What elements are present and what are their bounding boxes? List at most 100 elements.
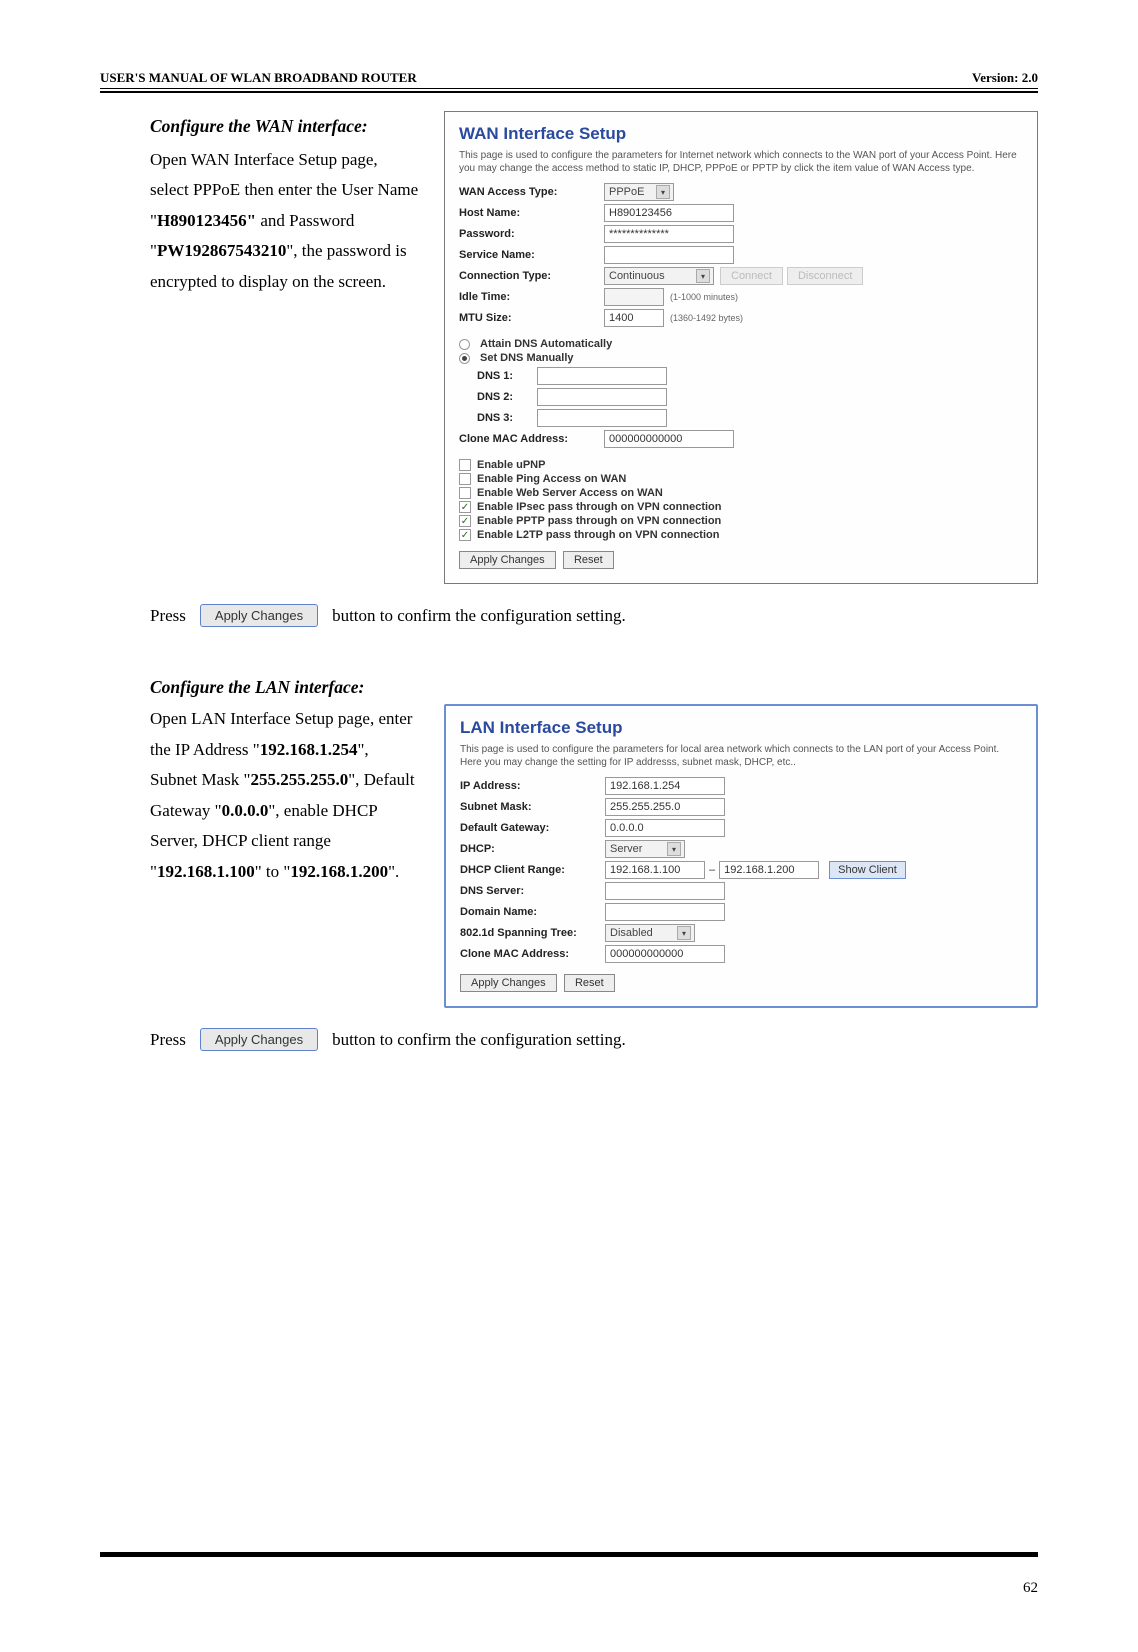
label-attain-dns: Attain DNS Automatically bbox=[480, 338, 612, 350]
label-dns1: DNS 1: bbox=[477, 370, 537, 382]
label-lan-ip: IP Address: bbox=[460, 780, 605, 792]
stp-value: Disabled bbox=[610, 927, 653, 939]
label-dns2: DNS 2: bbox=[477, 391, 537, 403]
label-dns-server: DNS Server: bbox=[460, 885, 605, 897]
label-password: Password: bbox=[459, 228, 604, 240]
label-lan-clone: Clone MAC Address: bbox=[460, 948, 605, 960]
dns3-input[interactable] bbox=[537, 409, 667, 427]
lan-gw-input[interactable] bbox=[605, 819, 725, 837]
label-stp: 802.1d Spanning Tree: bbox=[460, 927, 605, 939]
label-lan-gw: Default Gateway: bbox=[460, 822, 605, 834]
wan-heading: Configure the WAN interface: bbox=[150, 111, 420, 143]
lan-f: ". bbox=[388, 862, 399, 881]
label-ipsec: Enable IPsec pass through on VPN connect… bbox=[477, 501, 722, 513]
lan-panel-title: LAN Interface Setup bbox=[460, 718, 1022, 738]
clone-mac-input[interactable] bbox=[604, 430, 734, 448]
lan-r2: 192.168.1.200 bbox=[290, 862, 388, 881]
show-client-button[interactable]: Show Client bbox=[829, 861, 906, 879]
lan-ip: 192.168.1.254 bbox=[260, 740, 358, 759]
label-access-type: WAN Access Type: bbox=[459, 186, 604, 198]
label-host-name: Host Name: bbox=[459, 207, 604, 219]
dhcp-value: Server bbox=[610, 843, 642, 855]
apply-changes-button-2[interactable]: Apply Changes bbox=[200, 1028, 318, 1051]
lan-ip-input[interactable] bbox=[605, 777, 725, 795]
mtu-hint: (1360-1492 bytes) bbox=[670, 313, 743, 323]
wan-reset-button[interactable]: Reset bbox=[563, 551, 614, 569]
lan-clone-input[interactable] bbox=[605, 945, 725, 963]
wan-apply-button[interactable]: Apply Changes bbox=[459, 551, 556, 569]
press-text-1: Press bbox=[150, 606, 186, 626]
mtu-input[interactable] bbox=[604, 309, 664, 327]
wan-panel: WAN Interface Setup This page is used to… bbox=[444, 111, 1038, 584]
chk-l2tp[interactable]: ✓ bbox=[459, 529, 471, 541]
radio-attain-dns[interactable] bbox=[459, 339, 470, 350]
label-dns3: DNS 3: bbox=[477, 412, 537, 424]
dns-server-input[interactable] bbox=[605, 882, 725, 900]
chevron-down-icon: ▾ bbox=[667, 842, 681, 856]
wan-body: Open WAN Interface Setup page, select PP… bbox=[150, 145, 420, 298]
press-after-2: button to confirm the configuration sett… bbox=[332, 1030, 626, 1050]
lan-heading: Configure the LAN interface: bbox=[150, 677, 1038, 698]
label-clone-mac: Clone MAC Address: bbox=[459, 433, 604, 445]
apply-changes-button-1[interactable]: Apply Changes bbox=[200, 604, 318, 627]
chevron-down-icon: ▾ bbox=[677, 926, 691, 940]
access-type-value: PPPoE bbox=[609, 186, 644, 198]
radio-set-dns[interactable] bbox=[459, 353, 470, 364]
lan-apply-button[interactable]: Apply Changes bbox=[460, 974, 557, 992]
label-conn-type: Connection Type: bbox=[459, 270, 604, 282]
label-l2tp: Enable L2TP pass through on VPN connecti… bbox=[477, 529, 719, 541]
chk-ipsec[interactable]: ✓ bbox=[459, 501, 471, 513]
idle-time-input[interactable] bbox=[604, 288, 664, 306]
idle-hint: (1-1000 minutes) bbox=[670, 292, 738, 302]
label-domain: Domain Name: bbox=[460, 906, 605, 918]
chevron-down-icon: ▾ bbox=[696, 269, 710, 283]
dns2-input[interactable] bbox=[537, 388, 667, 406]
label-service-name: Service Name: bbox=[459, 249, 604, 261]
chk-ping[interactable] bbox=[459, 473, 471, 485]
chk-upnp[interactable] bbox=[459, 459, 471, 471]
lan-r1: 192.168.1.100 bbox=[157, 862, 255, 881]
lan-mask: 255.255.255.0 bbox=[250, 770, 348, 789]
range-dash: – bbox=[709, 864, 715, 876]
domain-name-input[interactable] bbox=[605, 903, 725, 921]
range-to-input[interactable] bbox=[719, 861, 819, 879]
lan-panel: LAN Interface Setup This page is used to… bbox=[444, 704, 1038, 1008]
label-upnp: Enable uPNP bbox=[477, 459, 545, 471]
label-web: Enable Web Server Access on WAN bbox=[477, 487, 663, 499]
range-from-input[interactable] bbox=[605, 861, 705, 879]
label-ping: Enable Ping Access on WAN bbox=[477, 473, 626, 485]
chk-pptp[interactable]: ✓ bbox=[459, 515, 471, 527]
wan-panel-title: WAN Interface Setup bbox=[459, 124, 1023, 144]
lan-reset-button[interactable]: Reset bbox=[564, 974, 615, 992]
password-input[interactable] bbox=[604, 225, 734, 243]
label-range: DHCP Client Range: bbox=[460, 864, 605, 876]
lan-mask-input[interactable] bbox=[605, 798, 725, 816]
chk-web[interactable] bbox=[459, 487, 471, 499]
access-type-select[interactable]: PPPoE ▾ bbox=[604, 183, 674, 201]
label-pptp: Enable PPTP pass through on VPN connecti… bbox=[477, 515, 721, 527]
press-after-1: button to confirm the configuration sett… bbox=[332, 606, 626, 626]
chevron-down-icon: ▾ bbox=[656, 185, 670, 199]
label-mtu: MTU Size: bbox=[459, 312, 604, 324]
host-name-input[interactable] bbox=[604, 204, 734, 222]
dhcp-select[interactable]: Server ▾ bbox=[605, 840, 685, 858]
lan-panel-desc: This page is used to configure the param… bbox=[460, 744, 1022, 769]
header-left: USER'S MANUAL OF WLAN BROADBAND ROUTER bbox=[100, 70, 417, 86]
wan-pass: PW192867543210 bbox=[157, 241, 286, 260]
footer-rule bbox=[100, 1552, 1038, 1557]
wan-panel-desc: This page is used to configure the param… bbox=[459, 150, 1023, 175]
lan-gw: 0.0.0.0 bbox=[222, 801, 269, 820]
label-set-dns: Set DNS Manually bbox=[480, 352, 574, 364]
conn-type-select[interactable]: Continuous ▾ bbox=[604, 267, 714, 285]
label-dhcp: DHCP: bbox=[460, 843, 605, 855]
page-number: 62 bbox=[1023, 1580, 1038, 1597]
dns1-input[interactable] bbox=[537, 367, 667, 385]
disconnect-button[interactable]: Disconnect bbox=[787, 267, 863, 285]
stp-select[interactable]: Disabled ▾ bbox=[605, 924, 695, 942]
press-text-2: Press bbox=[150, 1030, 186, 1050]
label-lan-mask: Subnet Mask: bbox=[460, 801, 605, 813]
service-name-input[interactable] bbox=[604, 246, 734, 264]
connect-button[interactable]: Connect bbox=[720, 267, 783, 285]
lan-body: Open LAN Interface Setup page, enter the… bbox=[150, 704, 420, 888]
lan-e: " to " bbox=[255, 862, 291, 881]
